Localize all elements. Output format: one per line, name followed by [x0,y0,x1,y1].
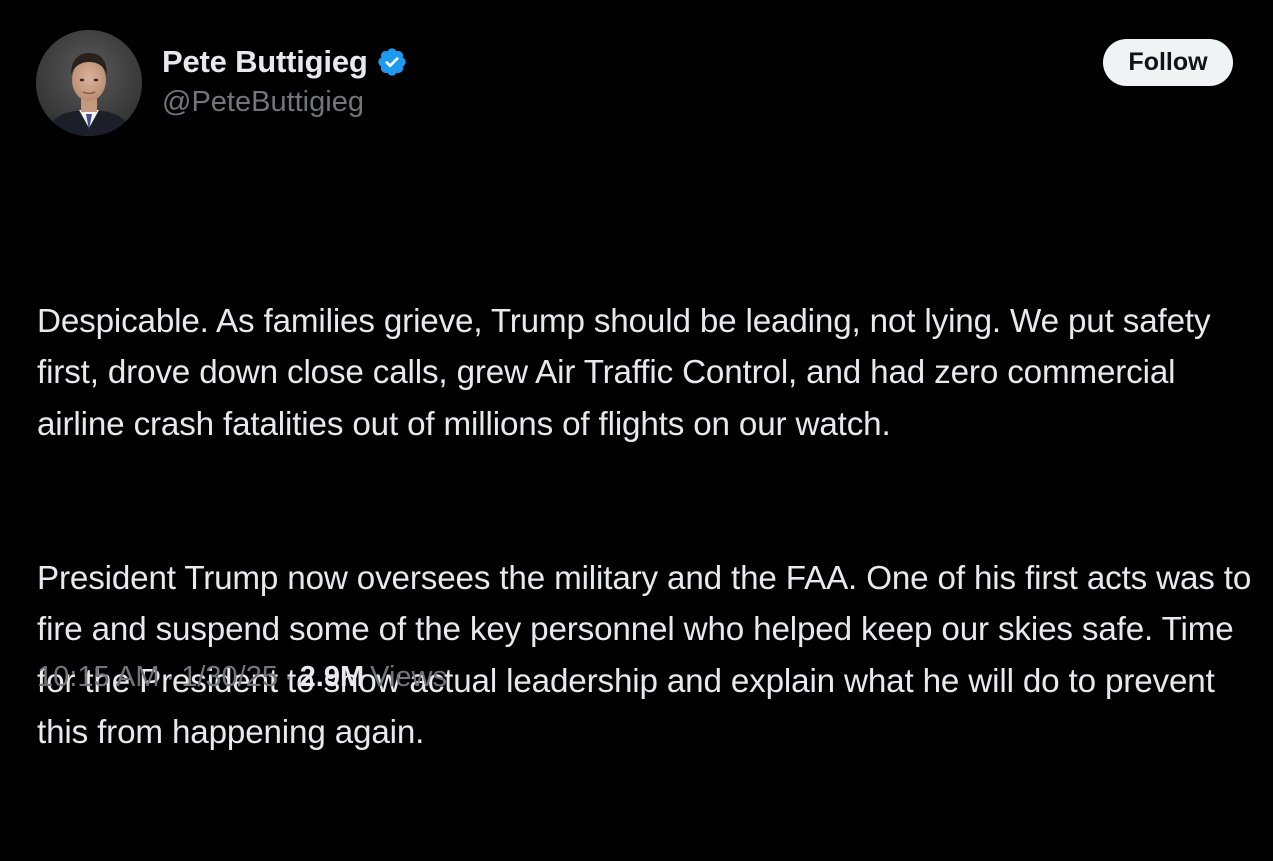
avatar-photo [36,30,142,136]
tweet-card: Pete Buttigieg @PeteButtigieg Follow Des… [0,0,1273,751]
tweet-text: Despicable. As families grieve, Trump sh… [37,193,1262,861]
tweet-paragraph: President Trump now oversees the militar… [37,559,1261,752]
tweet-time[interactable]: 10:15 AM [37,661,160,694]
meta-separator: · [283,661,294,693]
tweet-header: Pete Buttigieg @PeteButtigieg Follow [36,30,1236,136]
follow-button[interactable]: Follow [1103,39,1233,86]
avatar[interactable] [36,30,142,136]
tweet-meta: 10:15 AM · 1/30/25 · 2.9M Views [37,661,447,694]
author-handle[interactable]: @PeteButtigieg [162,86,408,119]
verified-badge-icon [376,46,408,78]
name-row: Pete Buttigieg [162,42,408,82]
author-identity: Pete Buttigieg @PeteButtigieg [162,42,408,119]
views-label: Views [370,661,447,693]
tweet-date[interactable]: 1/30/25 [181,661,278,694]
tweet-paragraph: Despicable. As families grieve, Trump sh… [37,302,1220,443]
views-count: 2.9M [299,661,365,693]
meta-separator: · [165,661,176,693]
author-display-name[interactable]: Pete Buttigieg [162,44,368,80]
